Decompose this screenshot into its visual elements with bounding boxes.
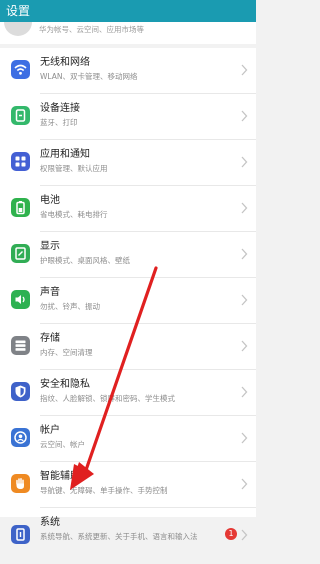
system-icon — [11, 525, 30, 544]
chevron-right-icon — [241, 248, 248, 260]
settings-item-system[interactable]: 系统 系统导航、系统更新、关于手机、语言和输入法 1 — [0, 508, 256, 564]
item-title: 存储 — [40, 333, 60, 344]
display-icon — [11, 244, 30, 263]
item-subtitle: 导航键、无障碍、单手操作、手势控制 — [40, 486, 168, 495]
settings-list: 无线和网络 WLAN、双卡管理、移动网络 设备连接 蓝牙、打印 应用和通知 权限… — [0, 48, 256, 544]
settings-item-display[interactable]: 显示 护眼模式、桌面风格、壁纸 — [0, 232, 256, 278]
item-title: 无线和网络 — [40, 57, 90, 68]
item-title: 智能辅助 — [40, 471, 80, 482]
wifi-icon — [11, 60, 30, 79]
item-title: 电池 — [40, 195, 60, 206]
settings-item-wireless[interactable]: 无线和网络 WLAN、双卡管理、移动网络 — [0, 48, 256, 94]
item-title: 应用和通知 — [40, 149, 90, 160]
item-title: 帐户 — [40, 425, 60, 436]
device-connection-icon — [11, 106, 30, 125]
item-subtitle: 蓝牙、打印 — [40, 118, 78, 127]
chevron-right-icon — [241, 294, 248, 306]
item-subtitle: 云空间、帐户 — [40, 440, 85, 449]
account-icon — [11, 428, 30, 447]
chevron-right-icon — [241, 340, 248, 352]
item-title: 安全和隐私 — [40, 379, 90, 390]
item-title: 系统 — [40, 517, 60, 528]
item-subtitle: 勿扰、铃声、振动 — [40, 302, 100, 311]
item-subtitle: 指纹、人脸解锁、锁屏和密码、学生模式 — [40, 394, 175, 403]
sound-icon — [11, 290, 30, 309]
chevron-right-icon — [241, 432, 248, 444]
item-subtitle: 权限管理、默认应用 — [40, 164, 108, 173]
chevron-right-icon — [241, 64, 248, 76]
chevron-right-icon — [241, 386, 248, 398]
account-subtitle: 华为帐号、云空间、应用市场等 — [39, 25, 144, 34]
item-title: 显示 — [40, 241, 60, 252]
chevron-right-icon — [241, 529, 248, 541]
settings-item-smart-assistance[interactable]: 智能辅助 导航键、无障碍、单手操作、手势控制 — [0, 462, 256, 508]
settings-item-storage[interactable]: 存储 内存、空间清理 — [0, 324, 256, 370]
app-header: 设置 — [0, 0, 256, 22]
chevron-right-icon — [241, 110, 248, 122]
chevron-right-icon — [241, 156, 248, 168]
apps-icon — [11, 152, 30, 171]
item-title: 设备连接 — [40, 103, 80, 114]
avatar — [4, 22, 32, 36]
shield-icon — [11, 382, 30, 401]
item-subtitle: WLAN、双卡管理、移动网络 — [40, 72, 138, 81]
battery-icon — [11, 198, 30, 217]
account-card[interactable]: 华为帐号、云空间、应用市场等 — [0, 22, 256, 44]
chevron-right-icon — [241, 478, 248, 490]
item-subtitle: 系统导航、系统更新、关于手机、语言和输入法 — [40, 532, 198, 541]
settings-item-sound[interactable]: 声音 勿扰、铃声、振动 — [0, 278, 256, 324]
notification-badge: 1 — [225, 528, 237, 540]
item-subtitle: 省电模式、耗电排行 — [40, 210, 108, 219]
settings-item-battery[interactable]: 电池 省电模式、耗电排行 — [0, 186, 256, 232]
settings-item-security-privacy[interactable]: 安全和隐私 指纹、人脸解锁、锁屏和密码、学生模式 — [0, 370, 256, 416]
settings-item-apps-notifications[interactable]: 应用和通知 权限管理、默认应用 — [0, 140, 256, 186]
storage-icon — [11, 336, 30, 355]
settings-item-device-connection[interactable]: 设备连接 蓝牙、打印 — [0, 94, 256, 140]
chevron-right-icon — [241, 202, 248, 214]
item-title: 声音 — [40, 287, 60, 298]
settings-item-accounts[interactable]: 帐户 云空间、帐户 — [0, 416, 256, 462]
item-subtitle: 内存、空间清理 — [40, 348, 93, 357]
page-title: 设置 — [6, 4, 31, 18]
hand-icon — [11, 474, 30, 493]
item-subtitle: 护眼模式、桌面风格、壁纸 — [40, 256, 130, 265]
